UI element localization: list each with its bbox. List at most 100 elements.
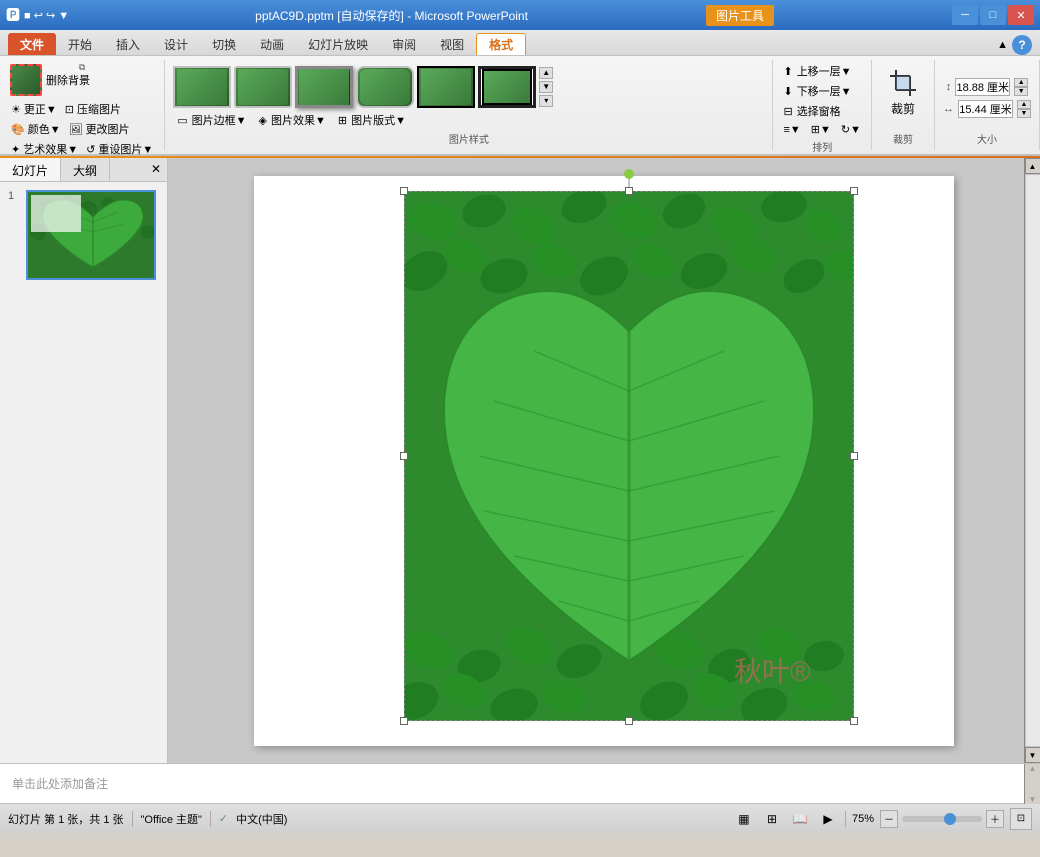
- style-1[interactable]: [173, 66, 231, 108]
- adjust-expand-icon[interactable]: ⧉: [79, 62, 85, 73]
- artistic-button[interactable]: ✦ 艺术效果▼: [8, 140, 81, 158]
- notes-scroll-up[interactable]: ▲: [1029, 764, 1037, 773]
- tab-insert[interactable]: 插入: [104, 33, 152, 55]
- tab-review[interactable]: 审阅: [380, 33, 428, 55]
- handle-top-right[interactable]: [850, 187, 858, 195]
- zoom-out-button[interactable]: －: [880, 810, 898, 828]
- width-up[interactable]: ▲: [1017, 100, 1031, 109]
- maximize-button[interactable]: □: [980, 5, 1006, 25]
- style-3[interactable]: [295, 66, 353, 108]
- select-pane-button[interactable]: ⊟ 选择窗格: [779, 102, 865, 120]
- slideshow-button[interactable]: ▶: [817, 808, 839, 830]
- pic-style-btns: ▭ 图片边框▼ ◈ 图片效果▼ ⊞ 图片版式▼: [173, 109, 764, 131]
- style-scroll-up[interactable]: ▲: [539, 67, 553, 79]
- down-one-button[interactable]: ⬇ 下移一层▼: [779, 82, 865, 100]
- normal-view-button[interactable]: ▦: [733, 808, 755, 830]
- compress-button[interactable]: ⊡ 压缩图片: [62, 100, 124, 118]
- width-spinner[interactable]: ▲ ▼: [1017, 100, 1031, 118]
- group-button[interactable]: ⊞▼: [807, 122, 835, 137]
- zoom-thumb[interactable]: [944, 813, 956, 825]
- scroll-down-arrow[interactable]: ▼: [1025, 747, 1040, 763]
- slides-list: 1: [0, 182, 167, 763]
- tab-format[interactable]: 格式: [476, 33, 526, 55]
- handle-top-left[interactable]: [400, 187, 408, 195]
- arrange-group-content: ⬆ 上移一层▼ ⬇ 下移一层▼ ⊟ 选择窗格 ≡▼ ⊞▼ ↻▼: [779, 62, 865, 137]
- status-bar: 幻灯片 第 1 张，共 1 张 "Office 主题" ✓ 中文(中国) ▦ ⊞…: [0, 803, 1040, 833]
- reading-view-button[interactable]: 📖: [789, 808, 811, 830]
- zoom-slider[interactable]: [902, 816, 982, 822]
- size-content: ↕ 18.88 厘米 ▲ ▼ ↔ 15.44 厘米 ▲ ▼: [943, 64, 1031, 131]
- artistic-icon: ✦: [11, 143, 20, 156]
- width-input[interactable]: 15.44 厘米: [958, 100, 1013, 118]
- crop-label: 裁剪: [891, 100, 915, 117]
- style-scroll-down[interactable]: ▼: [539, 81, 553, 93]
- style-5[interactable]: [417, 66, 475, 108]
- tab-slideshow[interactable]: 幻灯片放映: [296, 33, 380, 55]
- rotate-button[interactable]: ↻▼: [837, 122, 865, 137]
- up-one-button[interactable]: ⬆ 上移一层▼: [779, 62, 865, 80]
- height-spinner[interactable]: ▲ ▼: [1014, 78, 1028, 96]
- selected-image[interactable]: 秋叶®: [404, 191, 854, 721]
- handle-bottom-right[interactable]: [850, 717, 858, 725]
- style-scroll[interactable]: ▲ ▼ ▾: [539, 67, 553, 107]
- tab-animation[interactable]: 动画: [248, 33, 296, 55]
- panel-close-button[interactable]: ✕: [145, 158, 167, 181]
- height-down[interactable]: ▼: [1014, 87, 1028, 96]
- zoom-in-button[interactable]: ＋: [986, 810, 1004, 828]
- scroll-up-arrow[interactable]: ▲: [1025, 158, 1040, 174]
- slide-thumb-box-1[interactable]: [26, 190, 156, 280]
- fit-window-button[interactable]: ⊡: [1010, 808, 1032, 830]
- handle-bottom-left[interactable]: [400, 717, 408, 725]
- notes-scroll-down[interactable]: ▼: [1029, 795, 1037, 804]
- notes-scrollbar[interactable]: ▲ ▼: [1024, 764, 1040, 804]
- height-input[interactable]: 18.88 厘米: [955, 78, 1010, 96]
- pic-styles-group: ▲ ▼ ▾ ▭ 图片边框▼ ◈ 图片效果▼ ⊞ 图片版式▼ 图片样式: [165, 60, 773, 150]
- crop-button[interactable]: 裁剪: [884, 64, 922, 121]
- picture-format-button[interactable]: ⊞ 图片版式▼: [334, 111, 410, 129]
- window-controls[interactable]: ─ □ ✕: [952, 5, 1034, 25]
- ribbon-collapse-btn[interactable]: ▲: [997, 39, 1008, 51]
- reset-button[interactable]: ↺ 重设图片▼: [83, 140, 156, 158]
- tab-switch[interactable]: 切换: [200, 33, 248, 55]
- change-btn[interactable]: 🖼 更改图片: [66, 120, 133, 138]
- slide-item-1[interactable]: 1: [8, 190, 159, 280]
- rotate-handle[interactable]: [624, 169, 634, 179]
- style-4[interactable]: [356, 66, 414, 108]
- correct-button[interactable]: ☀ 更正▼: [8, 100, 60, 118]
- help-button[interactable]: ?: [1012, 35, 1032, 55]
- handle-top-center[interactable]: [625, 187, 633, 195]
- height-up[interactable]: ▲: [1014, 78, 1028, 87]
- handle-middle-left[interactable]: [400, 452, 408, 460]
- scroll-track[interactable]: [1025, 174, 1040, 747]
- close-button[interactable]: ✕: [1008, 5, 1034, 25]
- tab-view[interactable]: 视图: [428, 33, 476, 55]
- adjust-row3: ✦ 艺术效果▼ ↺ 重设图片▼: [8, 140, 156, 158]
- color-button[interactable]: 🎨 颜色▼: [8, 120, 64, 138]
- minimize-button[interactable]: ─: [952, 5, 978, 25]
- adjust-group: 删除背景 ☀ 更正▼ ⊡ 压缩图片 🎨 颜色▼ 🖼 更: [0, 60, 165, 150]
- style-scroll-all[interactable]: ▾: [539, 95, 553, 107]
- arrange-group-label: 排列: [779, 137, 865, 154]
- slide-sorter-button[interactable]: ⊞: [761, 808, 783, 830]
- handle-bottom-center[interactable]: [625, 717, 633, 725]
- adjust-row1: ☀ 更正▼ ⊡ 压缩图片: [8, 100, 156, 118]
- tab-design[interactable]: 设计: [152, 33, 200, 55]
- picture-effect-button[interactable]: ◈ 图片效果▼: [255, 111, 330, 129]
- pic-styles-label: 图片样式: [173, 131, 764, 146]
- height-row: ↕ 18.88 厘米 ▲ ▼: [946, 78, 1029, 96]
- arrange-group: ⬆ 上移一层▼ ⬇ 下移一层▼ ⊟ 选择窗格 ≡▼ ⊞▼ ↻▼: [773, 60, 872, 150]
- style-2[interactable]: [234, 66, 292, 108]
- notes-area[interactable]: 单击此处添加备注 ▲ ▼: [0, 763, 1040, 803]
- tab-file[interactable]: 文件: [8, 33, 56, 55]
- slide-info: 幻灯片 第 1 张，共 1 张: [8, 811, 124, 827]
- main-area: 幻灯片 大纲 ✕ 1: [0, 158, 1040, 763]
- width-down[interactable]: ▼: [1017, 109, 1031, 118]
- picture-border-button[interactable]: ▭ 图片边框▼: [173, 111, 250, 129]
- tab-slides[interactable]: 幻灯片: [0, 158, 61, 181]
- align-button[interactable]: ≡▼: [779, 122, 804, 137]
- canvas-scrollbar: ▲ ▼: [1024, 158, 1040, 763]
- tab-outline[interactable]: 大纲: [61, 158, 110, 181]
- handle-middle-right[interactable]: [850, 452, 858, 460]
- style-6-selected[interactable]: [478, 66, 536, 108]
- tab-start[interactable]: 开始: [56, 33, 104, 55]
